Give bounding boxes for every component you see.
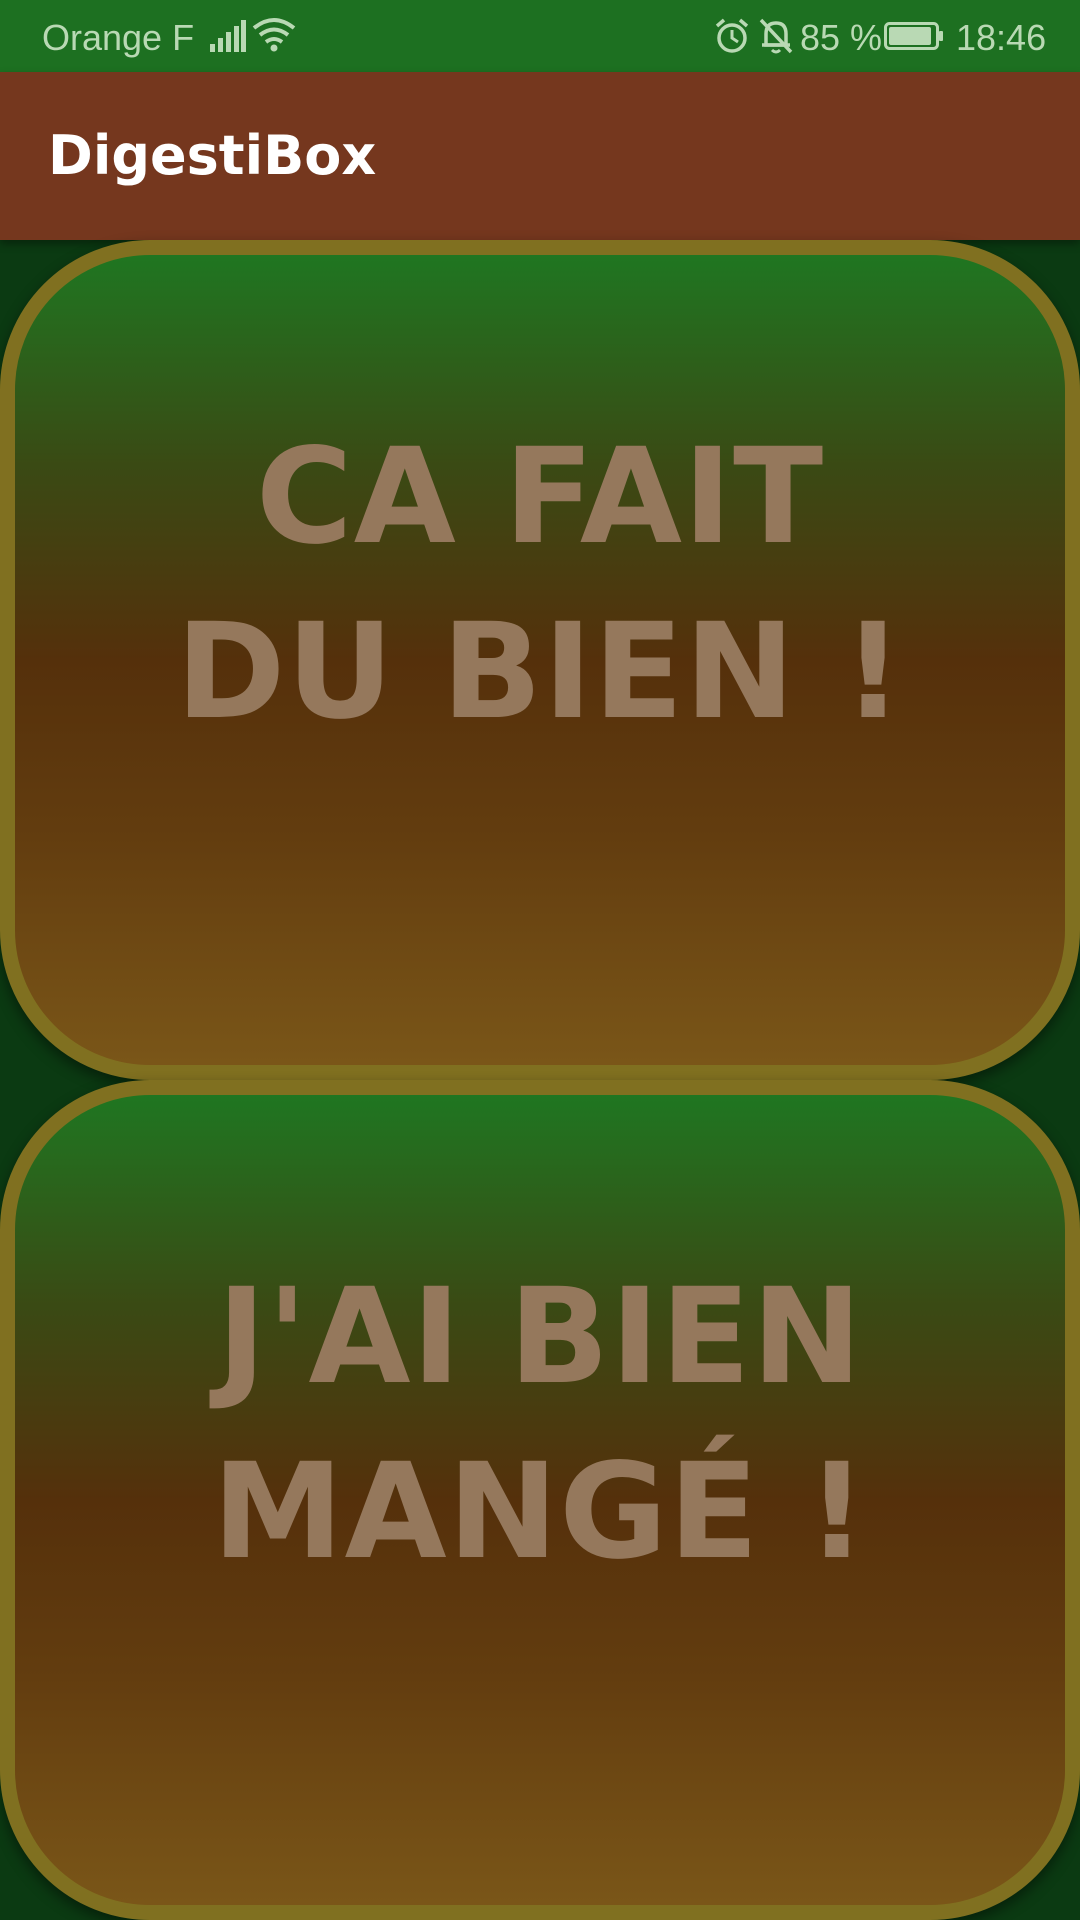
bell-off-icon: [759, 18, 793, 54]
battery-icon: [884, 22, 943, 50]
wifi-icon: [252, 18, 296, 52]
app-bar: DigestiBox: [0, 72, 1080, 240]
alarm-icon: [715, 18, 749, 53]
ate-well-button-label: J'AI BIEN MANGÉ !: [212, 1260, 868, 1589]
signal-icon: [210, 20, 246, 52]
battery-percent: 85 %: [800, 17, 883, 58]
clock: 18:46: [956, 17, 1047, 58]
feels-good-button[interactable]: CA FAIT DU BIEN !: [0, 240, 1080, 1080]
status-bar: Orange F 85 % 18:46: [0, 0, 1080, 72]
app-title: DigestiBox: [48, 124, 377, 187]
carrier-name: Orange F: [42, 17, 195, 58]
ate-well-button[interactable]: J'AI BIEN MANGÉ !: [0, 1080, 1080, 1920]
feels-good-button-label: CA FAIT DU BIEN !: [175, 420, 905, 749]
